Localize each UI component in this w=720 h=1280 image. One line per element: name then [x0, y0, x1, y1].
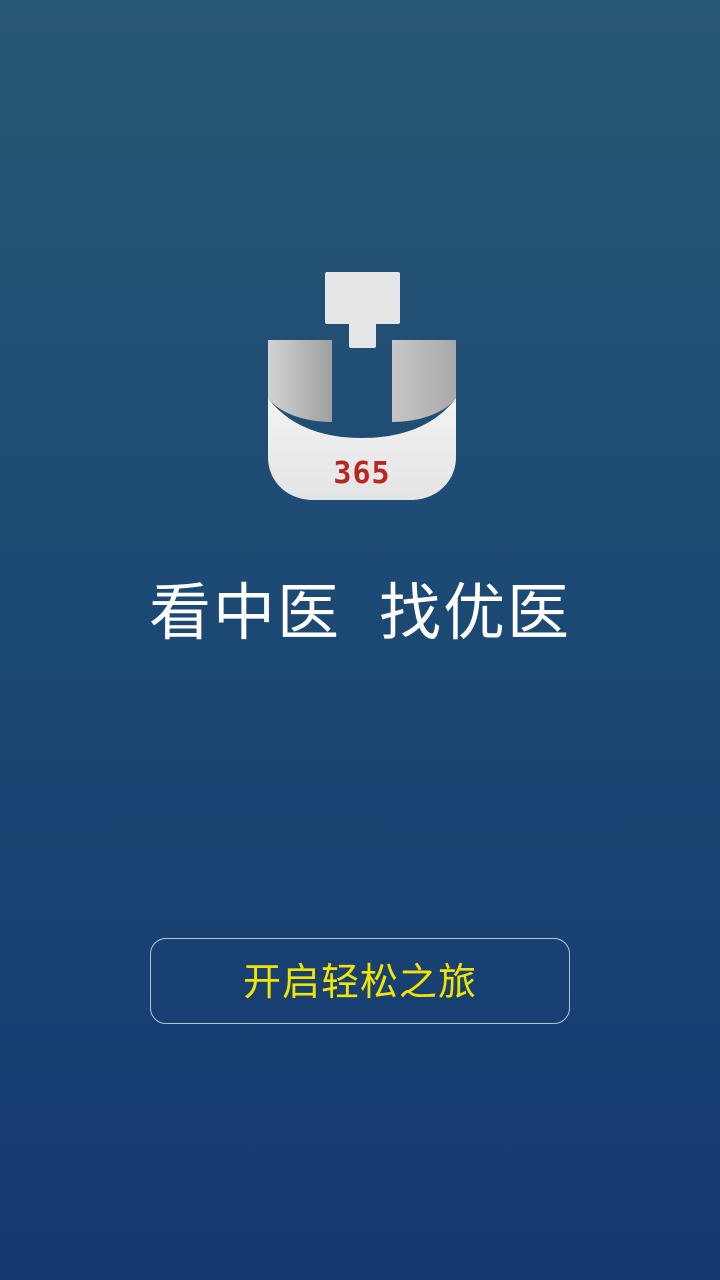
svg-text:365: 365: [333, 456, 390, 491]
slogan-part-1: 看中医: [148, 576, 341, 649]
medical-cross-u-icon: 365: [268, 272, 456, 500]
slogan: 看中医 找优医: [0, 570, 720, 656]
slogan-part-2: 找优医: [379, 576, 572, 649]
cross-shape: [325, 272, 400, 348]
start-journey-button[interactable]: 开启轻松之旅: [150, 938, 570, 1024]
app-logo: 365: [266, 272, 458, 502]
logo-badge-text: 365: [333, 456, 390, 491]
